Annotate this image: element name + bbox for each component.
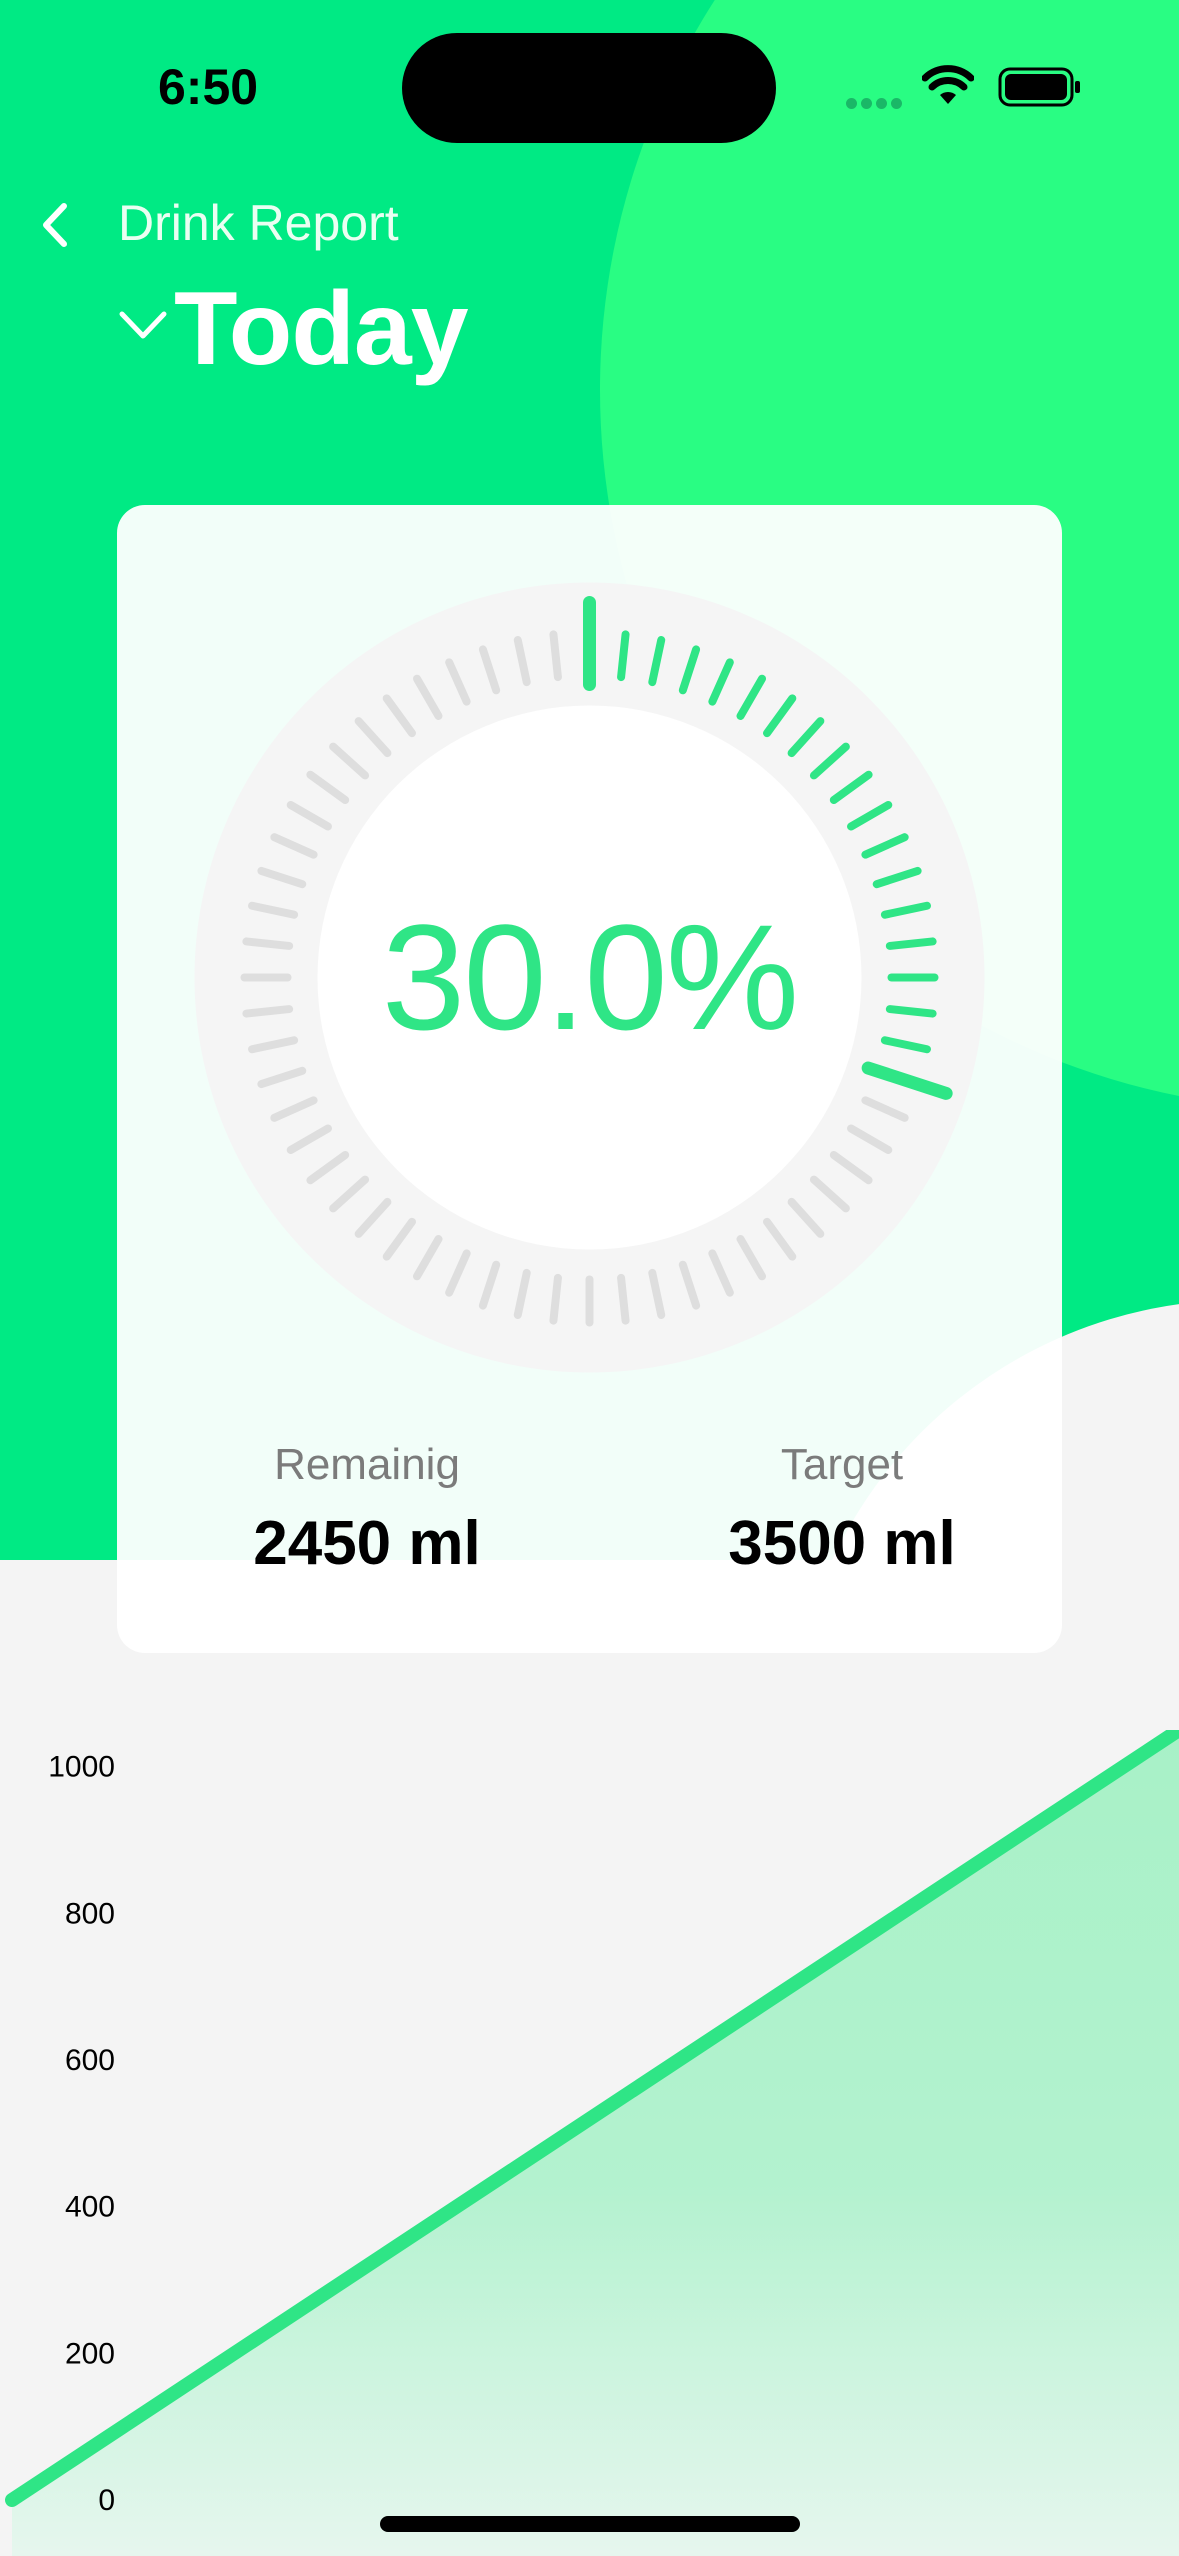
wifi-icon xyxy=(922,65,974,104)
remaining-stat: Remainig 2450 ml xyxy=(167,1440,567,1579)
intake-area-fill xyxy=(12,1730,1179,2556)
target-label: Target xyxy=(780,1440,904,1489)
battery-icon xyxy=(998,67,1080,107)
status-time: 6:50 xyxy=(158,59,259,115)
period-selector[interactable]: Today xyxy=(174,270,469,389)
y-axis-tick-label: 600 xyxy=(65,2044,115,2077)
back-button-label[interactable]: Drink Report xyxy=(118,194,399,252)
progress-percentage: 30.0% xyxy=(381,893,799,1061)
remaining-value: 2450 ml xyxy=(253,1509,481,1578)
home-indicator xyxy=(380,2516,800,2532)
y-axis-tick-label: 800 xyxy=(65,1897,115,1930)
back-chevron-icon[interactable] xyxy=(36,200,76,250)
y-axis-tick-label: 1000 xyxy=(48,1751,115,1784)
y-axis-tick-label: 400 xyxy=(65,2191,115,2224)
cellular-signal-icon xyxy=(846,96,906,109)
chevron-down-icon[interactable] xyxy=(118,310,168,340)
progress-card: 30.0% Remainig 2450 ml Target 3500 ml xyxy=(117,505,1062,1653)
y-axis-tick-label: 200 xyxy=(65,2337,115,2370)
dynamic-island xyxy=(402,33,776,143)
intake-chart: 0 200 400 600 800 1000 xyxy=(0,1723,1179,2556)
target-value: 3500 ml xyxy=(728,1509,956,1578)
remaining-label: Remainig xyxy=(274,1440,460,1489)
target-stat: Target 3500 ml xyxy=(642,1440,1042,1579)
progress-dial: 30.0% xyxy=(187,575,992,1380)
y-axis-tick-label: 0 xyxy=(98,2484,115,2517)
status-bar: 6:50 xyxy=(0,0,1179,180)
navigation-bar: Drink Report Today xyxy=(0,180,1179,400)
intake-chart-svg: 0 200 400 600 800 1000 xyxy=(5,1723,1179,2556)
